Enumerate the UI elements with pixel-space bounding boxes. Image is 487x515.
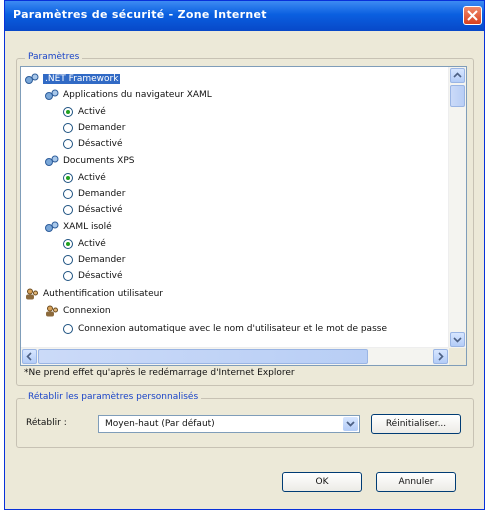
radio-unchecked[interactable] xyxy=(63,138,73,149)
chevron-up-icon xyxy=(453,72,462,78)
horizontal-scrollbar[interactable] xyxy=(21,347,449,365)
scroll-left-button[interactable] xyxy=(22,349,37,364)
title-bar[interactable]: Paramètres de sécurité - Zone Internet xyxy=(5,1,484,31)
chevron-left-icon xyxy=(26,352,32,361)
tree-item-label: Documents XPS xyxy=(63,156,135,166)
radio-label: Demander xyxy=(78,189,126,199)
settings-tree[interactable]: .NET Framework Applications du navigateu… xyxy=(20,66,467,366)
radio-unchecked[interactable] xyxy=(63,204,73,215)
tree-item-xaml-isolated[interactable]: XAML isolé xyxy=(45,219,112,235)
tree-item-logon[interactable]: Connexion xyxy=(45,303,111,319)
radio-label: Connexion automatique avec le nom d'util… xyxy=(78,324,387,334)
gear-cluster-icon xyxy=(45,155,59,166)
chevron-down-icon xyxy=(453,337,462,343)
users-icon xyxy=(46,305,58,316)
scroll-corner xyxy=(449,348,466,365)
radio-label: Désactivé xyxy=(78,139,123,149)
radio-label: Demander xyxy=(78,123,126,133)
security-level-value: Moyen-haut (Par défaut) xyxy=(105,419,215,429)
gear-cluster-icon xyxy=(45,89,59,100)
radio-option[interactable]: Demander xyxy=(63,252,125,268)
tree-item-dotnet-framework[interactable]: .NET Framework xyxy=(25,71,121,87)
vertical-scrollbar[interactable] xyxy=(448,67,466,348)
radio-option[interactable]: Désactivé xyxy=(63,268,123,284)
radio-option[interactable]: Désactivé xyxy=(63,136,123,152)
scroll-up-button[interactable] xyxy=(450,68,465,83)
radio-unchecked[interactable] xyxy=(63,254,73,265)
radio-label: Demander xyxy=(78,255,126,265)
radio-checked[interactable] xyxy=(63,238,73,249)
radio-unchecked[interactable] xyxy=(63,323,73,334)
restart-note: *Ne prend effet qu'après le redémarrage … xyxy=(24,368,295,378)
radio-option[interactable]: Activé xyxy=(63,170,106,186)
radio-option[interactable]: Activé xyxy=(63,236,106,252)
radio-label: Désactivé xyxy=(78,205,123,215)
settings-group-legend: Paramètres xyxy=(25,52,83,62)
security-level-select[interactable]: Moyen-haut (Par défaut) xyxy=(98,415,360,433)
close-icon xyxy=(467,10,478,21)
radio-option[interactable]: Demander xyxy=(63,186,125,202)
radio-unchecked[interactable] xyxy=(63,188,73,199)
tree-item-label: Connexion xyxy=(63,306,111,316)
tree-item-user-authentication[interactable]: Authentification utilisateur xyxy=(25,286,163,302)
scroll-right-button[interactable] xyxy=(433,349,448,364)
tree-item-label: Applications du navigateur XAML xyxy=(63,90,212,100)
radio-label: Activé xyxy=(78,173,106,183)
scroll-thumb[interactable] xyxy=(450,85,465,107)
scroll-thumb-horizontal[interactable] xyxy=(38,349,368,364)
chevron-down-icon xyxy=(346,421,355,427)
ok-button[interactable]: OK xyxy=(282,472,362,492)
users-icon xyxy=(26,288,38,299)
radio-unchecked[interactable] xyxy=(63,270,73,281)
tree-item-label: Authentification utilisateur xyxy=(43,289,164,299)
radio-unchecked[interactable] xyxy=(63,122,73,133)
scroll-down-button[interactable] xyxy=(450,332,465,347)
reset-button[interactable]: Réinitialiser... xyxy=(371,414,461,434)
window-title: Paramètres de sécurité - Zone Internet xyxy=(13,8,267,21)
tree-item-xaml-browser-apps[interactable]: Applications du navigateur XAML xyxy=(45,87,212,103)
reset-group-legend: Rétablir les paramètres personnalisés xyxy=(25,392,202,402)
radio-label: Activé xyxy=(78,239,106,249)
radio-checked[interactable] xyxy=(63,106,73,117)
radio-checked[interactable] xyxy=(63,172,73,183)
radio-option[interactable]: Demander xyxy=(63,120,125,136)
radio-option[interactable]: Désactivé xyxy=(63,202,123,218)
radio-label: Désactivé xyxy=(78,271,123,281)
dropdown-arrow[interactable] xyxy=(343,417,358,431)
close-button[interactable] xyxy=(463,6,482,25)
gear-cluster-icon xyxy=(25,73,39,84)
chevron-right-icon xyxy=(438,352,444,361)
tree-item-xps-documents[interactable]: Documents XPS xyxy=(45,153,134,169)
tree-item-label: XAML isolé xyxy=(63,222,112,232)
cancel-button[interactable]: Annuler xyxy=(376,472,456,492)
radio-option[interactable]: Connexion automatique avec le nom d'util… xyxy=(63,321,387,337)
tree-item-label: .NET Framework xyxy=(43,74,121,84)
reset-label: Rétablir : xyxy=(26,418,67,428)
gear-cluster-icon xyxy=(45,221,59,232)
radio-option[interactable]: Activé xyxy=(63,104,106,120)
radio-label: Activé xyxy=(78,107,106,117)
